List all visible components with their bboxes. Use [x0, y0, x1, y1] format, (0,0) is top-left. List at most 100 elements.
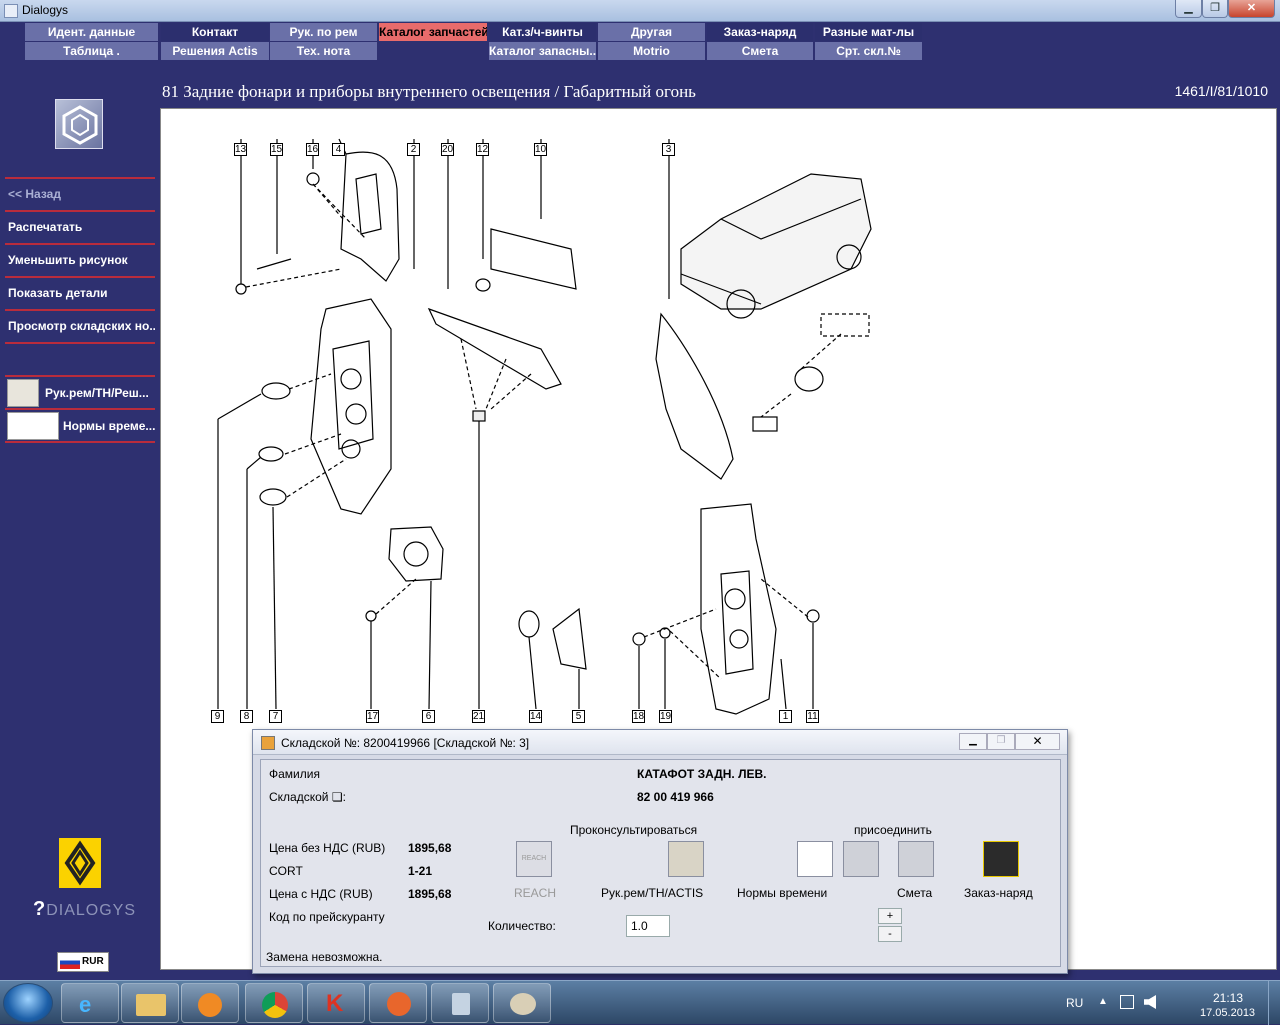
consult-label: Проконсультироваться	[570, 823, 698, 837]
parts-logo-icon	[55, 99, 103, 149]
sidebar-view-stock[interactable]: Просмотр складских но...	[5, 309, 155, 341]
callout-17[interactable]: 17	[366, 710, 379, 723]
menu-work-order[interactable]: Заказ-наряд	[707, 23, 813, 41]
quantity-label: Количество:	[488, 919, 556, 933]
close-button[interactable]: ✕	[1228, 0, 1275, 18]
callout-1[interactable]: 1	[779, 710, 792, 723]
sidebar-back[interactable]: << Назад	[5, 177, 155, 209]
taskbar-browser-icon[interactable]	[369, 983, 427, 1023]
taskbar-paint-icon[interactable]	[493, 983, 551, 1023]
window-title: Dialogys	[22, 3, 69, 17]
taskbar-kaspersky-icon[interactable]: K	[307, 983, 365, 1023]
estimate-label[interactable]: Смета	[897, 886, 932, 900]
estimate-icon[interactable]	[898, 841, 934, 877]
tray-network-icon[interactable]	[1120, 995, 1134, 1009]
clock-date[interactable]: 17.05.2013	[1200, 1007, 1255, 1019]
reach-label[interactable]: REACH	[514, 886, 556, 900]
sidebar-print[interactable]: Распечатать	[5, 210, 155, 242]
menu-contact[interactable]: Контакт	[161, 23, 269, 41]
callout-10[interactable]: 10	[534, 143, 547, 156]
quantity-minus-button[interactable]: -	[878, 926, 902, 942]
attach-gear-icon[interactable]	[843, 841, 879, 877]
callout-13[interactable]: 13	[234, 143, 247, 156]
show-desktop-button[interactable]	[1268, 981, 1280, 1025]
callout-20[interactable]: 20	[441, 143, 454, 156]
menu-parts-catalog[interactable]: Каталог запчастей	[379, 23, 487, 41]
callout-8[interactable]: 8	[240, 710, 253, 723]
quantity-input[interactable]: 1.0	[626, 915, 670, 937]
minimize-button[interactable]: ▁	[1175, 0, 1202, 18]
cort-label: CORT	[269, 864, 303, 878]
menu-ident-data[interactable]: Идент. данные	[25, 23, 158, 41]
repair-manual-label[interactable]: Рук.рем/ТН/ACTIS	[601, 886, 703, 900]
pricelist-code-label: Код по прейскуранту	[269, 910, 385, 924]
callout-16[interactable]: 16	[306, 143, 319, 156]
sidebar-zoom-out[interactable]: Уменьшить рисунок	[5, 243, 155, 275]
time-norms-label[interactable]: Нормы времени	[737, 886, 827, 900]
sidebar-norms-label: Нормы време...	[63, 419, 155, 433]
taskbar-ie-icon[interactable]: e	[61, 983, 119, 1023]
menu-stock-number[interactable]: Срт. скл.№	[815, 42, 922, 60]
dialog-titlebar: Складской №: 8200419966 [Складской №: 3]…	[253, 730, 1067, 755]
callout-7[interactable]: 7	[269, 710, 282, 723]
menu-spare-catalog[interactable]: Каталог запасны...	[489, 42, 596, 60]
menu-estimate[interactable]: Смета	[707, 42, 813, 60]
russia-flag-icon	[60, 956, 80, 969]
taskbar-java-icon[interactable]	[431, 983, 489, 1023]
callout-12[interactable]: 12	[476, 143, 489, 156]
callout-15[interactable]: 15	[270, 143, 283, 156]
maximize-button[interactable]: ❐	[1202, 0, 1228, 18]
app-icon	[4, 4, 18, 18]
tray-expand-icon[interactable]: ▲	[1098, 996, 1108, 1007]
callout-19[interactable]: 19	[659, 710, 672, 723]
window-titlebar: Dialogys ▁ ❐ ✕	[0, 0, 1280, 22]
menu-tech-note[interactable]: Тех. нота	[270, 42, 377, 60]
start-button[interactable]	[3, 983, 53, 1023]
callout-6[interactable]: 6	[422, 710, 435, 723]
menu-repair-manual[interactable]: Рук. по рем	[270, 23, 377, 41]
sidebar-norms-tool[interactable]: Нормы време...	[5, 408, 155, 440]
dialog-title: Складской №: 8200419966 [Складской №: 3]	[281, 736, 530, 750]
taskbar-media-player-icon[interactable]	[181, 983, 239, 1023]
tray-volume-icon[interactable]	[1144, 995, 1156, 1009]
callout-4[interactable]: 4	[332, 143, 345, 156]
renault-logo	[59, 838, 101, 888]
dialog-close-button[interactable]: ✕	[1015, 733, 1060, 750]
reach-icon[interactable]: REACH	[516, 841, 552, 877]
dialogys-logo: ?DIALOGYS	[33, 898, 137, 920]
dialog-body: Фамилия КАТАФОТ ЗАДН. ЛЕВ. Складской ❏: …	[260, 759, 1061, 967]
callout-9[interactable]: 9	[211, 710, 224, 723]
menu-screws-catalog[interactable]: Кат.з/ч-винты	[489, 23, 596, 41]
clock-time[interactable]: 21:13	[1213, 991, 1243, 1005]
callout-21[interactable]: 21	[472, 710, 485, 723]
sidebar-show-details[interactable]: Показать детали	[5, 276, 155, 308]
callout-18[interactable]: 18	[632, 710, 645, 723]
java-icon	[261, 736, 275, 750]
callout-11[interactable]: 11	[806, 710, 819, 723]
sidebar-repair-tool[interactable]: Рук.рем/ТН/Реш...	[5, 375, 155, 407]
callout-2[interactable]: 2	[407, 143, 420, 156]
dialog-maximize-button[interactable]: ❐	[987, 733, 1015, 750]
callout-5[interactable]: 5	[572, 710, 585, 723]
quantity-plus-button[interactable]: +	[878, 908, 902, 924]
part-details-dialog: Складской №: 8200419966 [Складской №: 3]…	[252, 729, 1068, 974]
time-norms-icon[interactable]	[797, 841, 833, 877]
callout-3[interactable]: 3	[662, 143, 675, 156]
sidebar-repair-label: Рук.рем/ТН/Реш...	[45, 386, 149, 400]
taskbar-explorer-icon[interactable]	[121, 983, 179, 1023]
repair-manual-icon[interactable]	[668, 841, 704, 877]
menu-actis-solutions[interactable]: Решения Actis	[161, 42, 269, 60]
work-order-label[interactable]: Заказ-наряд	[964, 886, 1033, 900]
callout-14[interactable]: 14	[529, 710, 542, 723]
menu-misc-materials[interactable]: Разные мат-лы	[815, 23, 922, 41]
currency-button[interactable]: RUR	[57, 952, 109, 972]
work-order-icon[interactable]	[983, 841, 1019, 877]
dialog-minimize-button[interactable]: ▁	[959, 733, 987, 750]
taskbar-chrome-icon[interactable]	[245, 983, 303, 1023]
stock-number-value: 82 00 419 966	[637, 790, 714, 804]
menu-other[interactable]: Другая	[598, 23, 705, 41]
menu-motrio[interactable]: Motrio	[598, 42, 705, 60]
familia-value: КАТАФОТ ЗАДН. ЛЕВ.	[637, 767, 767, 781]
menu-table[interactable]: Таблица .	[25, 42, 158, 60]
language-indicator[interactable]: RU	[1066, 996, 1083, 1010]
